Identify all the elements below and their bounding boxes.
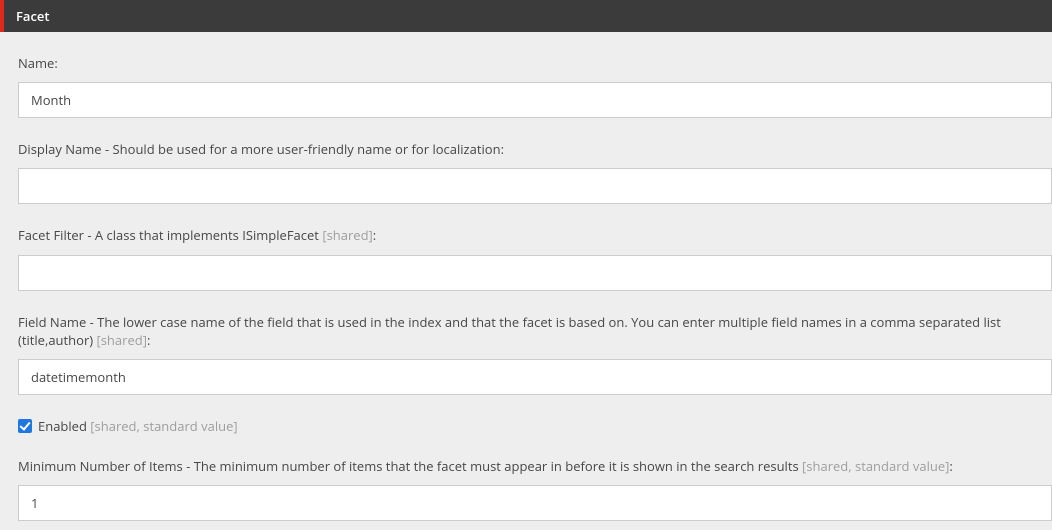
field-facetfilter-block: Facet Filter - A class that implements I… xyxy=(18,226,1052,290)
field-name-label: Name: xyxy=(18,54,1052,72)
minitems-input[interactable] xyxy=(18,485,1052,521)
fieldname-label-suffix: : xyxy=(147,331,150,349)
displayname-input[interactable] xyxy=(18,168,1052,204)
enabled-checkbox[interactable] xyxy=(18,419,32,433)
field-enabled-block: Enabled [shared, standard value] xyxy=(18,417,1052,435)
field-fieldname-block: Field Name - The lower case name of the … xyxy=(18,313,1052,395)
facetfilter-label-text: Facet Filter - A class that implements I… xyxy=(18,226,322,244)
minitems-label-meta: [shared, standard value] xyxy=(802,457,949,475)
field-name-block: Name: xyxy=(18,54,1052,118)
field-displayname-label: Display Name - Should be used for a more… xyxy=(18,140,1052,158)
enabled-label: Enabled [shared, standard value] xyxy=(38,417,238,435)
enabled-label-text: Enabled xyxy=(38,417,90,435)
field-displayname-block: Display Name - Should be used for a more… xyxy=(18,140,1052,204)
enabled-label-meta: [shared, standard value] xyxy=(90,417,237,435)
field-facetfilter-label: Facet Filter - A class that implements I… xyxy=(18,226,1052,244)
panel-body: Name: Display Name - Should be used for … xyxy=(0,32,1052,521)
field-minitems-label: Minimum Number of Items - The minimum nu… xyxy=(18,457,1052,475)
field-minitems-block: Minimum Number of Items - The minimum nu… xyxy=(18,457,1052,521)
panel-title: Facet xyxy=(16,7,50,25)
minitems-label-suffix: : xyxy=(949,457,952,475)
minitems-label-text: Minimum Number of Items - The minimum nu… xyxy=(18,457,802,475)
name-input[interactable] xyxy=(18,82,1052,118)
facetfilter-label-meta: [shared] xyxy=(322,226,372,244)
fieldname-input[interactable] xyxy=(18,359,1052,395)
panel-header[interactable]: Facet xyxy=(0,0,1052,32)
fieldname-label-text: Field Name - The lower case name of the … xyxy=(18,313,1001,349)
facet-panel: Facet Name: Display Name - Should be use… xyxy=(0,0,1052,521)
fieldname-label-meta: [shared] xyxy=(96,331,146,349)
facetfilter-label-suffix: : xyxy=(373,226,376,244)
field-fieldname-label: Field Name - The lower case name of the … xyxy=(18,313,1052,349)
facetfilter-input[interactable] xyxy=(18,255,1052,291)
